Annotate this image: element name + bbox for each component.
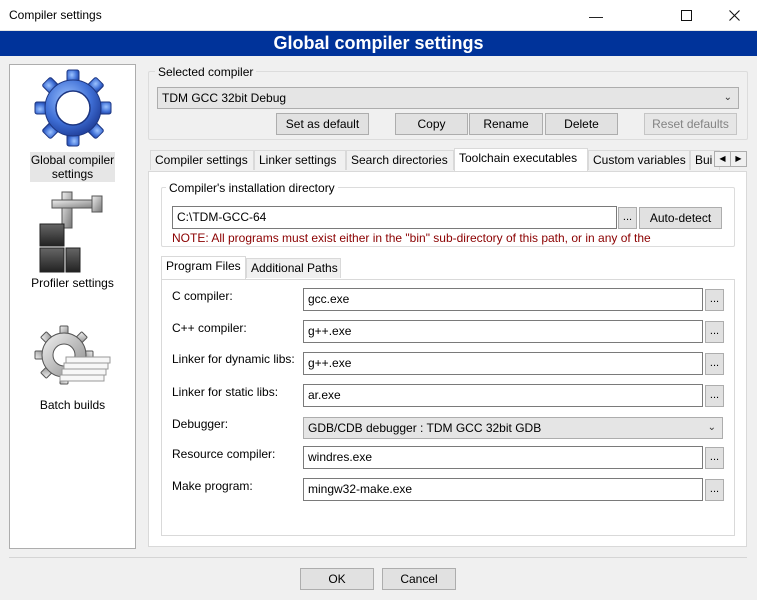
resource-compiler-input[interactable]: windres.exe [303, 446, 703, 469]
tab-search-directories[interactable]: Search directories [346, 150, 454, 170]
sidebar-item-global-compiler-settings[interactable]: Global compiler settings [10, 67, 135, 182]
c-compiler-browse-button[interactable]: ... [705, 289, 724, 311]
arrow-right-icon: ▶ [735, 154, 742, 163]
ok-button[interactable]: OK [300, 568, 374, 590]
cpp-compiler-browse-button[interactable]: ... [705, 321, 724, 343]
compiler-select-value: TDM GCC 32bit Debug [162, 91, 287, 105]
toolchain-subtabs: Program Files Additional Paths [161, 256, 735, 280]
make-program-label: Make program: [172, 479, 253, 493]
resource-compiler-label: Resource compiler: [172, 447, 276, 461]
linker-dynamic-browse-button[interactable]: ... [705, 353, 724, 375]
close-button[interactable] [711, 0, 757, 31]
maximize-icon [680, 10, 692, 21]
tab-linker-settings[interactable]: Linker settings [254, 150, 346, 170]
install-dir-label: Compiler's installation directory [166, 181, 338, 195]
linker-static-browse-button[interactable]: ... [705, 385, 724, 407]
sidebar-item-label: Batch builds [39, 398, 106, 412]
compiler-select[interactable]: TDM GCC 32bit Debug ⌄ [157, 87, 739, 109]
cancel-button[interactable]: Cancel [382, 568, 456, 590]
tab-program-files[interactable]: Program Files [161, 256, 246, 279]
auto-detect-button[interactable]: Auto-detect [639, 207, 722, 229]
minimize-icon: — [589, 7, 603, 24]
debugger-select-value: GDB/CDB debugger : TDM GCC 32bit GDB [308, 421, 542, 435]
sidebar-item-label: Global compiler settings [30, 152, 115, 182]
chevron-down-icon: ⌄ [723, 92, 732, 103]
settings-tabs: Compiler settings Linker settings Search… [150, 148, 745, 172]
maximize-button[interactable] [663, 0, 709, 31]
chevron-down-icon: ⌄ [707, 422, 716, 433]
reset-defaults-button[interactable]: Reset defaults [644, 113, 737, 135]
page-banner: Global compiler settings [0, 31, 757, 56]
linker-dynamic-input[interactable]: g++.exe [303, 352, 703, 375]
selected-compiler-label: Selected compiler [155, 65, 257, 79]
tab-toolchain-executables[interactable]: Toolchain executables [454, 148, 588, 171]
window-title: Compiler settings [9, 8, 102, 22]
cpp-compiler-input[interactable]: g++.exe [303, 320, 703, 343]
sidebar-item-batch-builds[interactable]: Batch builds [10, 323, 135, 412]
title-bar: Compiler settings — [0, 0, 757, 31]
rename-button[interactable]: Rename [469, 113, 543, 135]
copy-button[interactable]: Copy [395, 113, 468, 135]
linker-static-label: Linker for static libs: [172, 385, 279, 399]
install-dir-note: NOTE: All programs must exist either in … [172, 231, 651, 245]
batch-builds-icon [34, 325, 111, 385]
sidebar-item-label: Profiler settings [31, 276, 114, 290]
linker-static-input[interactable]: ar.exe [303, 384, 703, 407]
tab-scroll-left-button[interactable]: ◀ [714, 151, 731, 167]
sidebar-item-profiler-settings[interactable]: Profiler settings [10, 190, 135, 290]
delete-button[interactable]: Delete [545, 113, 618, 135]
debugger-select[interactable]: GDB/CDB debugger : TDM GCC 32bit GDB ⌄ [303, 417, 723, 439]
footer-separator [9, 557, 747, 558]
minimize-button[interactable]: — [573, 0, 619, 31]
make-program-browse-button[interactable]: ... [705, 479, 724, 501]
make-program-input[interactable]: mingw32-make.exe [303, 478, 703, 501]
gear-icon [34, 69, 112, 147]
resource-compiler-browse-button[interactable]: ... [705, 447, 724, 469]
c-compiler-input[interactable]: gcc.exe [303, 288, 703, 311]
linker-dynamic-label: Linker for dynamic libs: [172, 352, 295, 366]
set-as-default-button[interactable]: Set as default [276, 113, 369, 135]
arrow-left-icon: ◀ [719, 154, 726, 163]
close-icon [728, 10, 740, 21]
c-compiler-label: C compiler: [172, 289, 233, 303]
settings-category-list[interactable]: Global compiler settings Profiler settin… [9, 64, 136, 549]
tab-additional-paths[interactable]: Additional Paths [246, 258, 341, 278]
install-dir-input[interactable]: C:\TDM-GCC-64 [172, 206, 617, 229]
install-dir-browse-button[interactable]: ... [618, 207, 637, 229]
tab-scroll-right-button[interactable]: ▶ [730, 151, 747, 167]
cpp-compiler-label: C++ compiler: [172, 321, 247, 335]
tab-compiler-settings[interactable]: Compiler settings [150, 150, 254, 170]
profiler-icon [39, 191, 103, 273]
debugger-label: Debugger: [172, 417, 229, 431]
tab-custom-variables[interactable]: Custom variables [588, 150, 690, 170]
